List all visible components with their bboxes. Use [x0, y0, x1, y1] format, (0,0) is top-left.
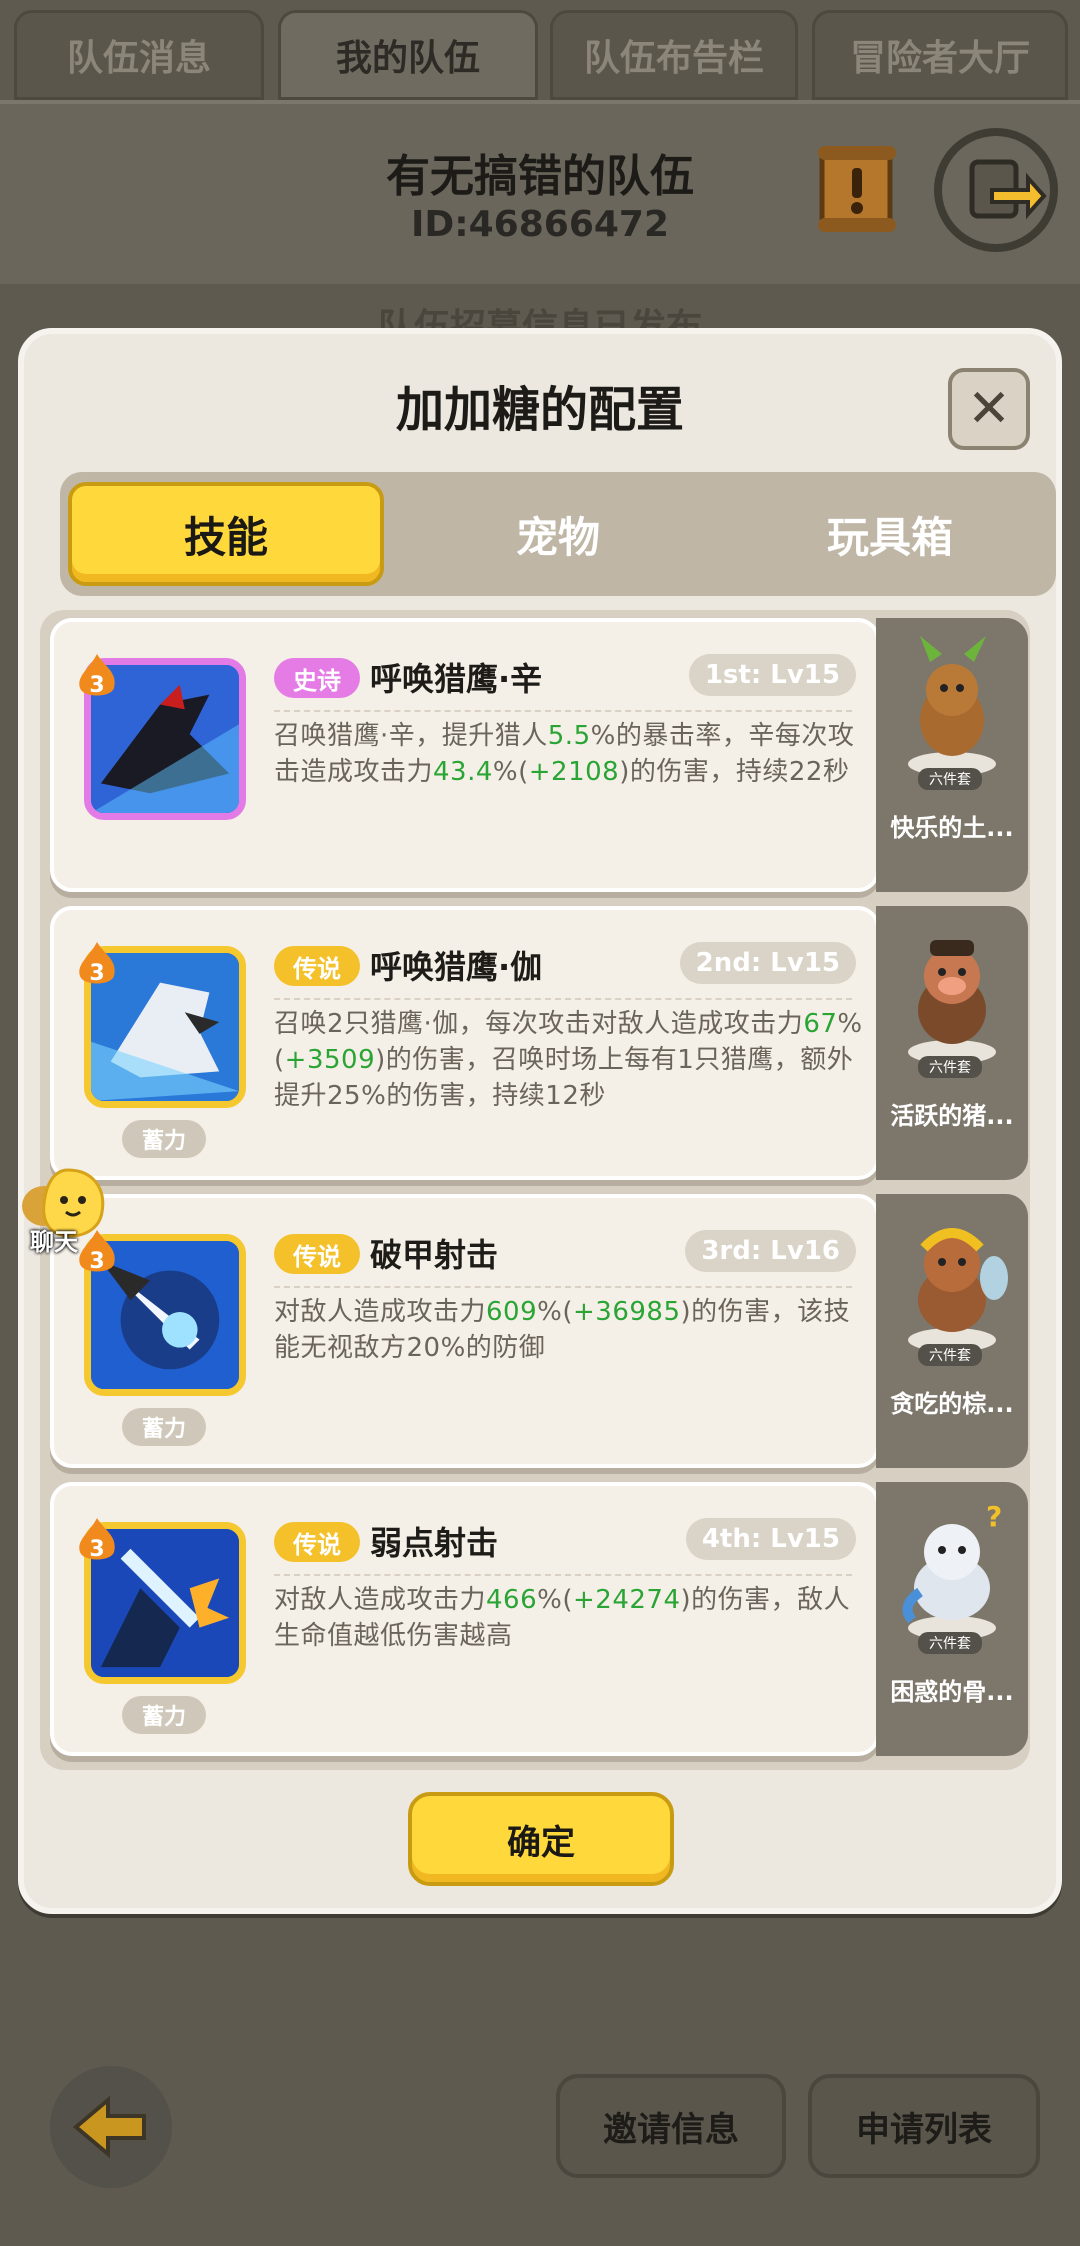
- exit-team-icon[interactable]: [932, 126, 1060, 254]
- skill-description: 召唤猎鹰·辛，提升猎人5.5%的暴击率，辛每次攻击造成攻击力43.4%(+210…: [274, 721, 855, 787]
- chat-label[interactable]: 聊天: [30, 1222, 78, 1257]
- skill-description: 对敌人造成攻击力609%(+36985)的伤害，该技能无视敌方20%的防御: [274, 1297, 851, 1363]
- modal-title: 加加糖的配置: [395, 382, 684, 438]
- back-button[interactable]: [50, 2066, 172, 2188]
- close-button[interactable]: ✕: [948, 368, 1030, 450]
- level-flame-icon: 3: [79, 654, 115, 698]
- tab-toybox[interactable]: 玩具箱: [732, 482, 1048, 586]
- pet-figure-icon: [908, 940, 996, 1064]
- team-id: ID:46866472: [410, 204, 670, 245]
- tab-team-messages[interactable]: 队伍消息: [14, 10, 264, 100]
- level-flame-icon: 3: [79, 942, 115, 986]
- pet-figure-icon: [908, 1228, 1008, 1352]
- pet-name: 活跃的猪...: [890, 1102, 1014, 1130]
- skill-card[interactable]: 3 史诗 呼唤猎鹰·辛 1st: Lv15 召唤猎鹰·辛，提升猎人5.5%的暴击…: [50, 618, 880, 892]
- pet-set-badge: 六件套: [918, 1344, 982, 1366]
- charge-badge: 蓄力: [122, 1696, 206, 1734]
- svg-text:3: 3: [89, 1537, 104, 1562]
- rarity-badge: 传说: [274, 1234, 360, 1274]
- skill-description: 对敌人造成攻击力466%(+24274)的伤害，敌人生命值越低伤害越高: [274, 1585, 851, 1651]
- charge-badge: 蓄力: [122, 1408, 206, 1446]
- invite-info-button[interactable]: 邀请信息: [556, 2074, 786, 2178]
- skill-card[interactable]: 3 蓄力 传说 破甲射击 3rd: Lv16 对敌人造成攻击力609%(+369…: [50, 1194, 880, 1468]
- skill-description: 召唤2只猎鹰·伽，每次攻击对敌人造成攻击力67%(+3509)的伤害，召唤时场上…: [274, 1009, 863, 1111]
- pet-name: 贪吃的棕...: [890, 1390, 1014, 1418]
- tab-skills[interactable]: 技能: [68, 482, 384, 586]
- config-tabbar: 技能 宠物 玩具箱: [60, 472, 1056, 596]
- skill-name: 弱点射击: [370, 1524, 499, 1562]
- charge-badge: 蓄力: [122, 1120, 206, 1158]
- skill-name: 呼唤猎鹰·伽: [370, 948, 543, 986]
- tab-pets[interactable]: 宠物: [400, 482, 716, 586]
- skill-name: 呼唤猎鹰·辛: [370, 660, 543, 698]
- pet-figure-icon: [908, 636, 996, 776]
- skill-slot-level: 1st: Lv15: [688, 654, 856, 696]
- skill-card[interactable]: 3 蓄力 传说 呼唤猎鹰·伽 2nd: Lv15 召唤2只猎鹰·伽，每次攻击对敌…: [50, 906, 880, 1180]
- pet-figure-icon: ?: [902, 1500, 1002, 1640]
- back-arrow-icon: [72, 2095, 146, 2159]
- rarity-badge: 传说: [274, 1522, 360, 1562]
- tab-my-team[interactable]: 我的队伍: [278, 10, 538, 100]
- pet-card[interactable]: 六件套 贪吃的棕...: [876, 1194, 1028, 1468]
- skill-name: 破甲射击: [370, 1236, 499, 1274]
- pet-card[interactable]: 六件套 活跃的猪...: [876, 906, 1028, 1180]
- rarity-badge: 史诗: [274, 658, 360, 698]
- skill-slot-level: 2nd: Lv15: [679, 942, 856, 984]
- scroll-notice-icon[interactable]: [814, 140, 900, 236]
- svg-text:?: ?: [986, 1500, 1002, 1533]
- svg-text:3: 3: [89, 673, 104, 698]
- pet-name: 快乐的土...: [890, 814, 1014, 842]
- pet-name: 困惑的骨...: [890, 1678, 1014, 1706]
- pet-set-badge: 六件套: [918, 1056, 982, 1078]
- pet-card[interactable]: ? 六件套 困惑的骨...: [876, 1482, 1028, 1756]
- apply-list-button[interactable]: 申请列表: [808, 2074, 1040, 2178]
- pet-card[interactable]: 六件套 快乐的土...: [876, 618, 1028, 892]
- tab-team-board[interactable]: 队伍布告栏: [550, 10, 798, 100]
- pet-set-badge: 六件套: [918, 768, 982, 790]
- team-name: 有无搞错的队伍: [386, 151, 694, 202]
- tab-adventurer-hall[interactable]: 冒险者大厅: [812, 10, 1068, 100]
- skill-card[interactable]: 3 蓄力 传说 弱点射击 4th: Lv15 对敌人造成攻击力466%(+242…: [50, 1482, 880, 1756]
- skill-slot-level: 4th: Lv15: [685, 1518, 856, 1560]
- close-icon: ✕: [967, 379, 1011, 439]
- svg-text:3: 3: [89, 961, 104, 986]
- skill-slot-level: 3rd: Lv16: [685, 1230, 856, 1272]
- level-flame-icon: 3: [79, 1518, 115, 1562]
- pet-set-badge: 六件套: [918, 1632, 982, 1654]
- confirm-button[interactable]: 确定: [408, 1792, 674, 1886]
- rarity-badge: 传说: [274, 946, 360, 986]
